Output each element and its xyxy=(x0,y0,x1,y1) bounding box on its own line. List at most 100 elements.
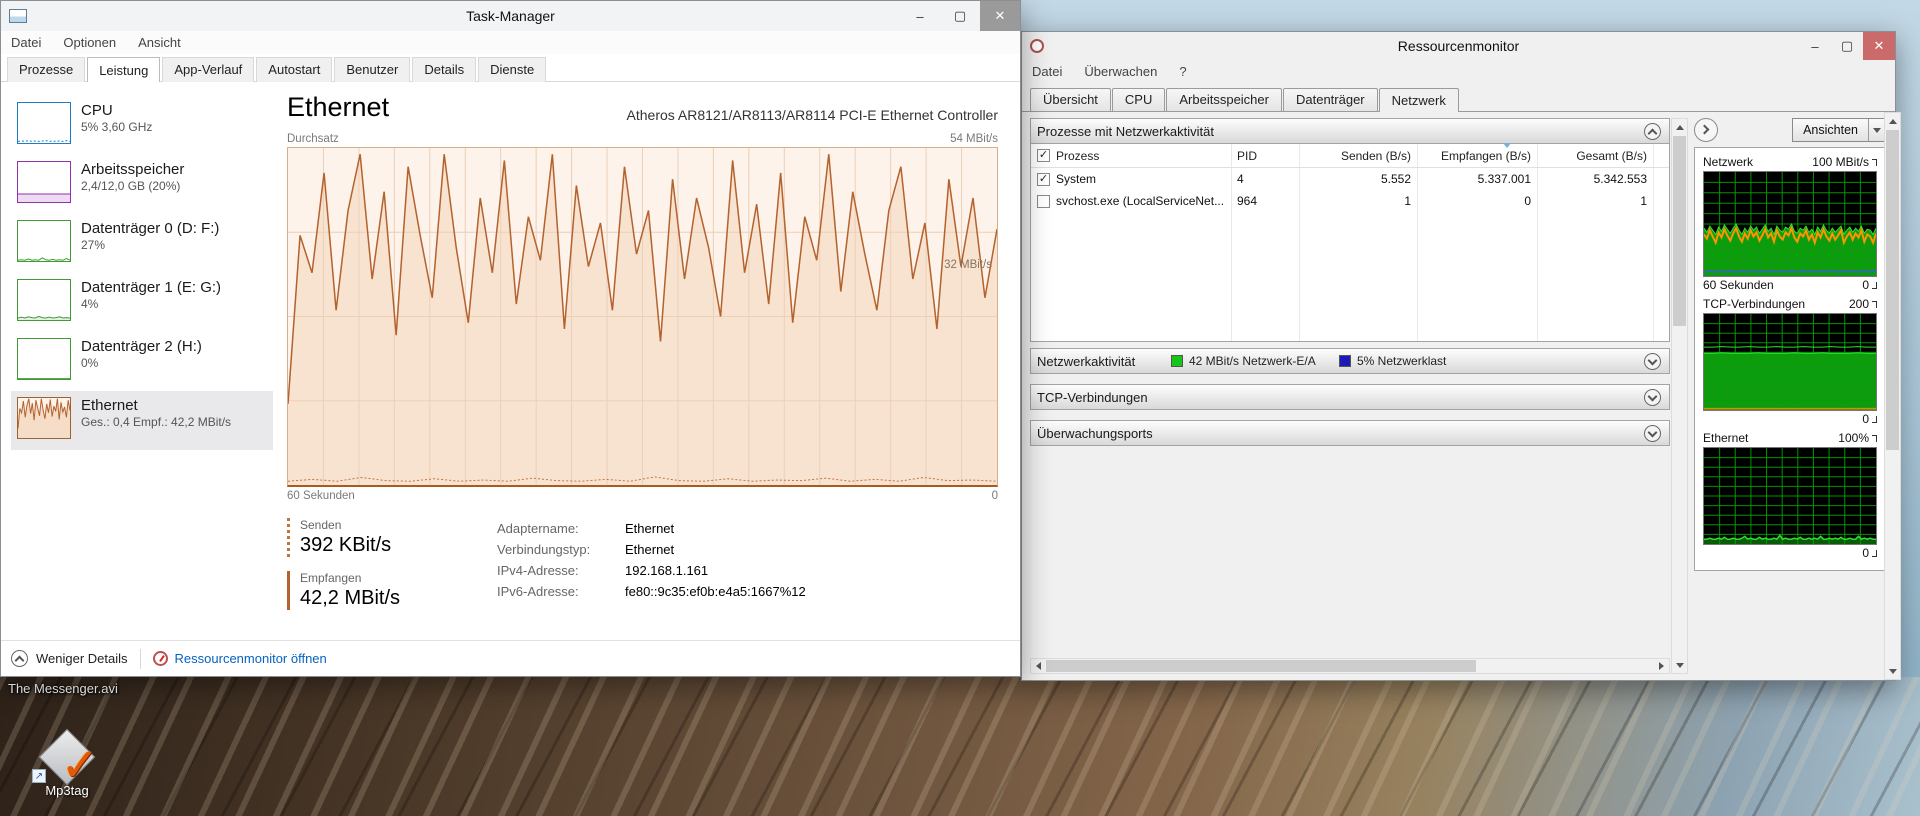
desktop-file-label[interactable]: The Messenger.avi xyxy=(8,681,118,696)
scroll-down-arrow[interactable] xyxy=(1885,663,1900,679)
table-row-system[interactable]: ✓ System 4 5.552 5.337.001 5.342.553 xyxy=(1031,168,1669,190)
stat-empfangen-value: 42,2 MBit/s xyxy=(300,587,497,610)
weniger-details-button[interactable]: Weniger Details xyxy=(11,650,128,667)
expand-chevron-button[interactable] xyxy=(1644,389,1661,406)
rm-tabbar: Übersicht CPU Arbeitsspeicher Datenträge… xyxy=(1022,83,1895,111)
tm-tab-dienste[interactable]: Dienste xyxy=(478,57,546,82)
tm-titlebar[interactable]: Task-Manager – ▢ ✕ xyxy=(1,1,1020,31)
expand-panel-button[interactable] xyxy=(1694,118,1718,142)
row-checkbox[interactable] xyxy=(1037,195,1050,208)
select-all-checkbox[interactable]: ✓ xyxy=(1037,149,1050,162)
sidebar-item-arbeitsspeicher[interactable]: Arbeitsspeicher 2,4/12,0 GB (20%) xyxy=(11,155,273,214)
tm-tab-leistung[interactable]: Leistung xyxy=(87,57,160,82)
vertical-scroll-thumb[interactable] xyxy=(1673,136,1686,326)
collapse-chevron-button[interactable] xyxy=(1644,123,1661,140)
col-pid[interactable]: PID xyxy=(1231,149,1299,163)
tm-close-button[interactable]: ✕ xyxy=(980,1,1020,31)
tm-minimize-button[interactable]: – xyxy=(900,1,940,31)
sidebar-item-ethernet[interactable]: Ethernet Ges.: 0,4 Empf.: 42,2 MBit/s xyxy=(11,391,273,450)
expand-chevron-button[interactable] xyxy=(1644,425,1661,442)
graph-tcp-title: TCP-Verbindungen xyxy=(1703,297,1805,311)
tm-performance-sidebar: CPU 5% 3,60 GHz Arbeitsspeicher 2,4/12,0… xyxy=(1,82,273,640)
cell-recv: 5.337.001 xyxy=(1417,172,1537,186)
detail-ipv6-label: IPv6-Adresse: xyxy=(497,581,625,602)
rm-menu-hilfe[interactable]: ? xyxy=(1179,64,1186,79)
tm-menu-datei[interactable]: Datei xyxy=(11,35,41,50)
main-vertical-scrollbar[interactable] xyxy=(1671,118,1688,674)
rm-menu-ueberwachen[interactable]: Überwachen xyxy=(1084,64,1157,79)
scroll-up-arrow[interactable] xyxy=(1672,119,1687,135)
graph-netzwerk xyxy=(1703,171,1877,277)
graph-tcp xyxy=(1703,313,1877,411)
scroll-left-arrow[interactable] xyxy=(1031,658,1046,674)
graph-ethernet xyxy=(1703,447,1877,545)
col-gesamt[interactable]: Gesamt (B/s) xyxy=(1537,149,1653,163)
tcp-verbindungen-section-header[interactable]: TCP-Verbindungen xyxy=(1030,384,1670,410)
detail-verbindungstyp-value: Ethernet xyxy=(625,539,674,560)
rm-close-button[interactable]: ✕ xyxy=(1863,32,1895,60)
col-empfangen[interactable]: Empfangen (B/s) xyxy=(1417,149,1537,163)
column-divider xyxy=(1299,144,1300,341)
open-resource-monitor-link[interactable]: Ressourcenmonitor öffnen xyxy=(153,651,327,666)
stat-senden-label: Senden xyxy=(300,518,497,532)
sidebar-ram-label: Arbeitsspeicher xyxy=(81,161,184,179)
chart-ylabel: Durchsatz xyxy=(287,133,339,145)
sidebar-item-datentraeger-1[interactable]: Datenträger 1 (E: G:) 4% xyxy=(11,273,273,332)
sidebar-item-cpu[interactable]: CPU 5% 3,60 GHz xyxy=(11,96,273,155)
weniger-details-label: Weniger Details xyxy=(36,651,128,666)
tcp-verbindungen-title: TCP-Verbindungen xyxy=(1037,390,1148,405)
network-io-legend-label: 42 MBit/s Netzwerk-E/A xyxy=(1189,354,1316,368)
sidebar-disk0-sub: 27% xyxy=(81,238,219,252)
horizontal-scrollbar[interactable] xyxy=(1030,658,1670,674)
tm-ethernet-panel: Ethernet Atheros AR8121/AR8113/AR8114 PC… xyxy=(273,82,1020,640)
col-senden[interactable]: Senden (B/s) xyxy=(1299,149,1417,163)
rm-maximize-button[interactable]: ▢ xyxy=(1831,32,1863,60)
horizontal-scroll-thumb[interactable] xyxy=(1046,660,1476,672)
rm-tab-uebersicht[interactable]: Übersicht xyxy=(1030,88,1111,112)
ethernet-throughput-chart: 32 MBit/s xyxy=(287,147,998,487)
expand-chevron-button[interactable] xyxy=(1644,353,1661,370)
rm-tab-arbeitsspeicher[interactable]: Arbeitsspeicher xyxy=(1166,88,1282,112)
window-vertical-scrollbar[interactable] xyxy=(1884,112,1901,680)
tm-tab-prozesse[interactable]: Prozesse xyxy=(7,57,85,82)
column-divider xyxy=(1231,144,1232,341)
sidebar-item-datentraeger-0[interactable]: Datenträger 0 (D: F:) 27% xyxy=(11,214,273,273)
scroll-up-arrow[interactable] xyxy=(1885,113,1900,129)
ansichten-dropdown-arrow[interactable] xyxy=(1868,119,1885,141)
graph-netzwerk-xleft: 60 Sekunden xyxy=(1703,278,1774,292)
rm-tab-datentraeger[interactable]: Datenträger xyxy=(1283,88,1378,112)
tm-tab-benutzer[interactable]: Benutzer xyxy=(334,57,410,82)
stat-senden-value: 392 KBit/s xyxy=(300,534,497,557)
scroll-down-arrow[interactable] xyxy=(1672,657,1687,673)
tm-maximize-button[interactable]: ▢ xyxy=(940,1,980,31)
detail-ipv4-label: IPv4-Adresse: xyxy=(497,560,625,581)
tm-tab-app-verlauf[interactable]: App-Verlauf xyxy=(162,57,254,82)
tm-menu-ansicht[interactable]: Ansicht xyxy=(138,35,181,50)
sidebar-ethernet-sub: Ges.: 0,4 Empf.: 42,2 MBit/s xyxy=(81,415,231,429)
table-row-svchost[interactable]: svchost.exe (LocalServiceNet... 964 1 0 … xyxy=(1031,190,1669,212)
sidebar-item-datentraeger-2[interactable]: Datenträger 2 (H:) 0% xyxy=(11,332,273,391)
tm-tab-autostart[interactable]: Autostart xyxy=(256,57,332,82)
rm-menu-datei[interactable]: Datei xyxy=(1032,64,1062,79)
rm-tab-cpu[interactable]: CPU xyxy=(1112,88,1165,112)
rm-tab-netzwerk[interactable]: Netzwerk xyxy=(1379,88,1459,112)
vertical-scroll-thumb[interactable] xyxy=(1886,130,1899,450)
ueberwachungsports-section-header[interactable]: Überwachungsports xyxy=(1030,420,1670,446)
scroll-right-arrow[interactable] xyxy=(1654,658,1669,674)
netzwerkaktivitaet-section-header[interactable]: Netzwerkaktivität 42 MBit/s Netzwerk-E/A… xyxy=(1030,348,1670,374)
desktop-icon-mp3tag[interactable]: ✓ ↗ Mp3tag xyxy=(28,733,106,798)
stat-empfangen-label: Empfangen xyxy=(300,571,497,585)
graph-ethernet-zero: 0 xyxy=(1862,546,1877,560)
cell-process-name: svchost.exe (LocalServiceNet... xyxy=(1056,194,1224,208)
rm-minimize-button[interactable]: – xyxy=(1799,32,1831,60)
tm-menu-optionen[interactable]: Optionen xyxy=(63,35,116,50)
ansichten-button[interactable]: Ansichten xyxy=(1792,118,1886,142)
rm-window-title: Ressourcenmonitor xyxy=(1022,38,1895,54)
rm-titlebar[interactable]: Ressourcenmonitor – ▢ ✕ xyxy=(1022,32,1895,60)
col-prozess[interactable]: Prozess xyxy=(1056,149,1099,163)
row-checkbox[interactable]: ✓ xyxy=(1037,173,1050,186)
tm-tab-details[interactable]: Details xyxy=(412,57,476,82)
graph-netzwerk-scale: 100 MBit/s xyxy=(1812,155,1877,169)
processes-panel-header[interactable]: Prozesse mit Netzwerkaktivität xyxy=(1030,118,1670,144)
resource-monitor-link-label[interactable]: Ressourcenmonitor öffnen xyxy=(175,651,327,666)
